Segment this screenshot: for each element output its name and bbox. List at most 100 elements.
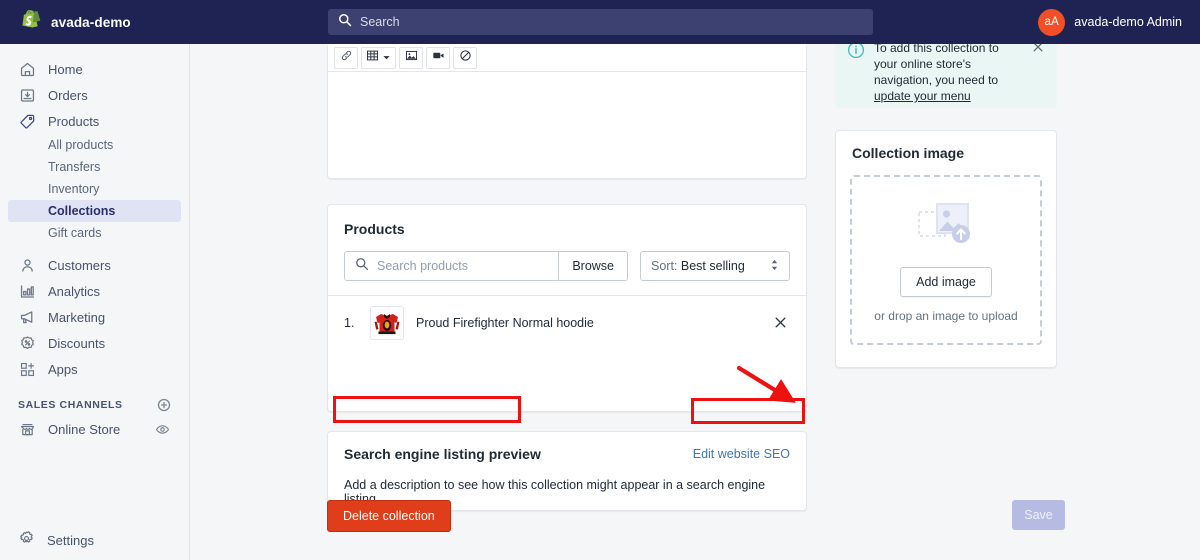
image-dropzone[interactable]: Add image or drop an image to upload — [850, 175, 1042, 345]
avatar: aA — [1038, 8, 1066, 36]
customers-person-icon — [18, 256, 36, 274]
products-tag-icon — [18, 112, 36, 130]
eye-icon[interactable] — [153, 420, 171, 438]
sidebar-item-home[interactable]: Home — [8, 56, 181, 82]
plus-circle-icon[interactable] — [155, 396, 173, 414]
close-x-icon[interactable] — [770, 313, 790, 333]
browse-button[interactable]: Browse — [558, 252, 627, 280]
sidebar-item-label: Apps — [48, 361, 78, 377]
insert-image-button[interactable] — [399, 46, 423, 69]
description-textarea[interactable] — [328, 72, 806, 172]
sidebar-item-transfers[interactable]: Transfers — [8, 156, 181, 178]
storefront-icon — [18, 420, 36, 438]
sidebar-item-label: Customers — [48, 257, 111, 273]
sidebar-item-apps[interactable]: Apps — [8, 356, 181, 382]
main-content: Products Browse So — [190, 44, 1200, 560]
products-card-header: Products — [328, 205, 806, 237]
image-upload-placeholder-icon — [915, 198, 977, 255]
store-name: avada-demo — [51, 14, 131, 30]
sort-value: Best selling — [680, 259, 745, 273]
discounts-percent-badge-icon — [18, 334, 36, 352]
row-number: 1. — [344, 315, 355, 330]
top-bar: avada-demo aA avada-demo Admin — [0, 0, 1200, 44]
store-brand[interactable]: avada-demo — [0, 10, 190, 34]
add-image-button[interactable]: Add image — [900, 266, 992, 297]
marketing-megaphone-icon — [18, 308, 36, 326]
search-products-input[interactable] — [377, 259, 549, 273]
info-circle-icon — [847, 44, 865, 108]
products-title: Products — [344, 221, 405, 237]
seo-preview-card: Search engine listing preview Edit websi… — [327, 431, 807, 511]
global-search[interactable] — [328, 9, 873, 35]
home-icon — [18, 60, 36, 78]
close-x-icon[interactable] — [1031, 44, 1047, 56]
sidebar-item-discounts[interactable]: Discounts — [8, 330, 181, 356]
clear-formatting-button[interactable] — [453, 46, 477, 69]
sidebar-subitem-label: All products — [48, 138, 114, 152]
insert-link-button[interactable] — [334, 46, 358, 69]
product-search-field[interactable] — [345, 257, 558, 276]
collection-image-card: Collection image Add image or drop an im… — [835, 130, 1057, 368]
sidebar-subitem-label: Transfers — [48, 160, 101, 174]
search-icon — [338, 13, 352, 32]
sidebar-item-analytics[interactable]: Analytics — [8, 278, 181, 304]
sort-select[interactable]: Sort: Best selling — [640, 251, 790, 281]
sidebar-item-label: Discounts — [48, 335, 106, 351]
editor-toolbar — [328, 44, 806, 72]
sidebar-item-all-products[interactable]: All products — [8, 134, 181, 156]
sort-prefix: Sort: — [651, 259, 678, 273]
sidebar-item-label: Marketing — [48, 309, 106, 325]
sidebar-item-inventory[interactable]: Inventory — [8, 178, 181, 200]
sales-channels-header: SALES CHANNELS — [18, 396, 173, 414]
updown-chevrons-icon — [770, 258, 779, 275]
clear-formatting-icon — [459, 49, 472, 67]
user-menu[interactable]: aA avada-demo Admin — [1030, 0, 1190, 44]
shopify-bag-icon — [20, 10, 42, 34]
update-menu-link[interactable]: update your menu — [874, 89, 971, 103]
sidebar-item-online-store[interactable]: Online Store — [8, 416, 181, 442]
sidebar-item-customers[interactable]: Customers — [8, 252, 181, 278]
delete-collection-button[interactable]: Delete collection — [327, 500, 451, 532]
description-editor-card — [327, 44, 807, 179]
sidebar-item-label: Home — [48, 61, 83, 77]
sidebar-subitem-label: Inventory — [48, 182, 100, 196]
sidebar-item-gift-cards[interactable]: Gift cards — [8, 222, 181, 244]
seo-card-header: Search engine listing preview Edit websi… — [328, 432, 806, 462]
sidebar-item-marketing[interactable]: Marketing — [8, 304, 181, 330]
sidebar-subitem-label: Gift cards — [48, 226, 102, 240]
sidebar-item-label: Products — [48, 113, 100, 129]
video-icon — [432, 49, 445, 67]
table-icon — [366, 49, 379, 67]
products-controls: Browse Sort: Best selling — [328, 237, 806, 281]
apps-grid-plus-icon — [18, 360, 36, 378]
sidebar-item-label: Online Store — [48, 421, 121, 437]
search-input[interactable] — [360, 15, 863, 29]
insert-video-button[interactable] — [426, 46, 450, 69]
sidebar-item-settings[interactable]: Settings — [0, 520, 189, 560]
products-card: Products Browse So — [327, 204, 807, 412]
orders-inbox-icon — [18, 86, 36, 104]
sidebar: Home Orders Products All products Transf… — [0, 44, 190, 560]
sidebar-item-orders[interactable]: Orders — [8, 82, 181, 108]
sidebar-nav: Home Orders Products All products Transf… — [0, 44, 189, 520]
collection-image-title: Collection image — [852, 145, 965, 161]
sidebar-item-label: Settings — [47, 532, 94, 548]
banner-text-main: To add this collection to your online st… — [874, 44, 999, 87]
gear-icon — [18, 530, 35, 550]
edit-website-seo-link[interactable]: Edit website SEO — [693, 447, 790, 461]
sidebar-item-products[interactable]: Products — [8, 108, 181, 134]
save-button[interactable]: Save — [1012, 500, 1065, 530]
navigation-banner: To add this collection to your online st… — [835, 44, 1057, 108]
sidebar-item-collections[interactable]: Collections — [8, 200, 181, 222]
product-search-group: Browse — [344, 251, 628, 281]
sidebar-item-label: Analytics — [48, 283, 101, 299]
image-icon — [405, 49, 418, 67]
red-hoodie-thumbnail — [370, 305, 404, 340]
page-title: Search engine listing preview — [344, 446, 541, 462]
insert-table-button[interactable] — [361, 46, 396, 69]
drop-hint-text: or drop an image to upload — [874, 308, 1018, 323]
chevron-down-icon — [382, 49, 391, 67]
sidebar-item-label: Orders — [48, 87, 88, 103]
sidebar-subitem-label: Collections — [48, 204, 116, 218]
